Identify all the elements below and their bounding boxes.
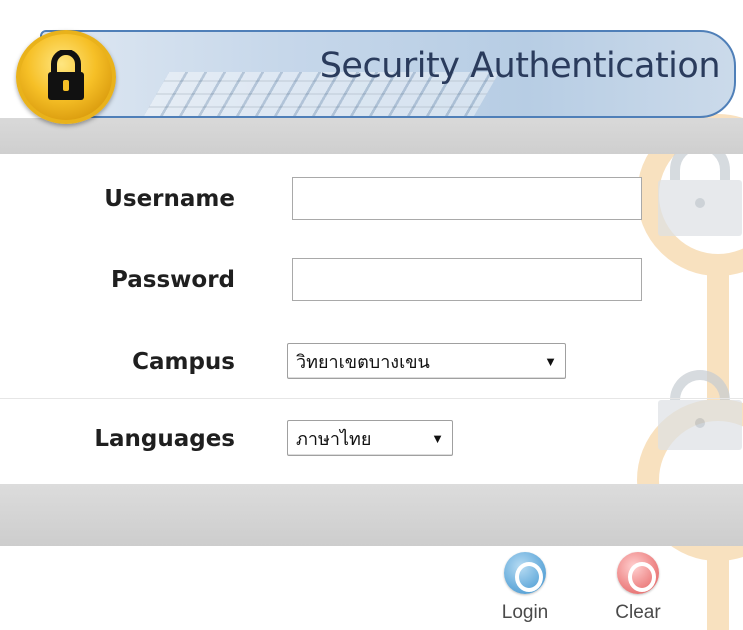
languages-select-value: ภาษาไทย — [296, 428, 372, 449]
power-icon — [504, 552, 546, 594]
languages-select[interactable]: ภาษาไทย ▼ — [287, 420, 453, 456]
campus-select[interactable]: วิทยาเขตบางเขน ▼ — [287, 343, 566, 379]
header-band — [0, 118, 743, 154]
languages-label: Languages — [94, 426, 235, 452]
username-input[interactable] — [292, 177, 642, 220]
divider — [0, 398, 743, 399]
top-strip — [0, 0, 743, 30]
campus-select-value: วิทยาเขตบางเขน — [296, 351, 430, 372]
clear-button[interactable]: Clear — [603, 552, 673, 623]
dropdown-arrow-icon: ▼ — [544, 353, 557, 369]
username-label: Username — [104, 186, 235, 212]
clear-label: Clear — [615, 602, 661, 623]
dropdown-arrow-icon: ▼ — [431, 430, 444, 446]
button-band — [0, 484, 743, 546]
login-label: Login — [501, 602, 549, 623]
padlock-icon — [16, 30, 116, 124]
page-title: Security Authentication — [319, 46, 721, 86]
login-button[interactable]: Login — [490, 552, 560, 623]
password-input[interactable] — [292, 258, 642, 301]
password-label: Password — [111, 267, 235, 293]
power-icon — [617, 552, 659, 594]
campus-label: Campus — [132, 349, 235, 375]
header-banner: Security Authentication — [40, 30, 736, 118]
